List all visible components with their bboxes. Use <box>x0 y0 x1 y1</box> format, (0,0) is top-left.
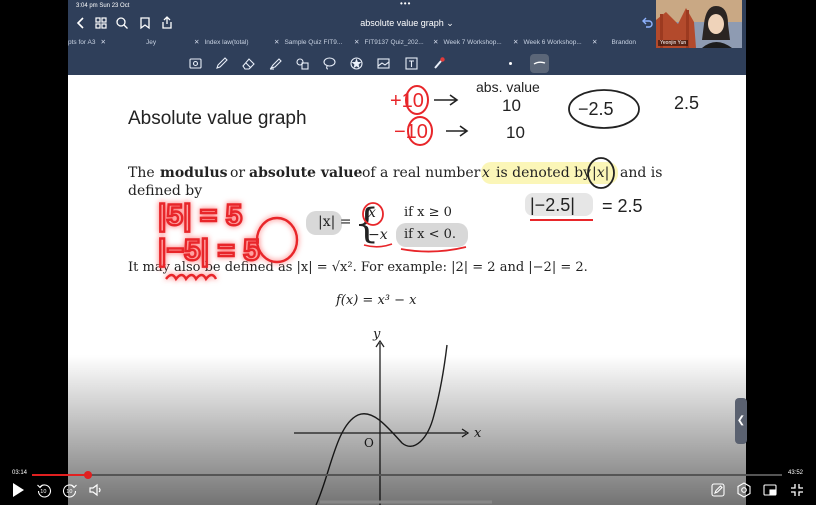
close-icon[interactable]: ✕ <box>513 39 518 46</box>
ink-ten-b: 10 <box>506 123 525 142</box>
close-icon[interactable]: ✕ <box>354 39 359 46</box>
tab-jey[interactable]: Jey <box>146 36 156 50</box>
tab-brandon[interactable]: ✕ Brandon <box>592 36 636 50</box>
ink-squiggle <box>165 273 218 282</box>
tab-label: FIT9137 Quiz_202... <box>364 39 424 46</box>
tab-label: pts for A3 <box>68 39 96 46</box>
ink-abs-value: abs. value <box>476 79 540 95</box>
textbox-icon[interactable] <box>404 56 419 71</box>
tab-sample-quiz[interactable]: ✕ Sample Quiz FIT9... <box>274 36 342 50</box>
webcam-name: Yeonjin Yun <box>658 40 689 46</box>
ink-pos25: 2.5 <box>674 93 699 113</box>
tab-pts-for-a3[interactable]: pts for A3 ✕ <box>68 36 106 50</box>
tab-label: Week 7 Workshop... <box>443 39 502 46</box>
annotate-icon[interactable] <box>710 482 726 498</box>
screen: 3:04 pm Sun 23 Oct ••• absolute value gr… <box>0 0 816 505</box>
image-icon[interactable] <box>376 56 391 71</box>
document-page[interactable]: Absolute value graph The modulus or abso… <box>68 75 746 505</box>
status-bar: 3:04 pm Sun 23 Oct ••• <box>68 0 746 12</box>
close-icon[interactable]: ✕ <box>592 39 597 46</box>
ink-circle-x <box>362 202 384 226</box>
close-icon[interactable]: ✕ <box>274 39 279 46</box>
scrub-handle[interactable] <box>83 471 92 479</box>
skip-forward-label: 10 <box>66 489 72 495</box>
eraser-icon[interactable] <box>241 56 256 71</box>
ink-ten-a: 10 <box>502 96 521 115</box>
current-time: 03:14 <box>12 470 28 476</box>
highlighter-icon[interactable] <box>268 56 283 71</box>
ink-arrow-2 <box>446 125 469 137</box>
sticker-icon[interactable] <box>349 56 364 71</box>
close-icon[interactable]: ✕ <box>100 39 105 46</box>
handwriting-layer: +10 abs. value 10 −10 10 −2.5 2.5 |−2.5|… <box>157 79 699 504</box>
pen-icon[interactable] <box>214 56 229 71</box>
tab-label: Sample Quiz FIT9... <box>284 39 343 46</box>
sidebar-toggle-icon[interactable]: ❮ <box>735 398 747 444</box>
ink-circle-5 <box>255 216 299 264</box>
settings-icon[interactable] <box>736 482 752 498</box>
skip-back-icon[interactable]: 10 <box>36 482 52 498</box>
ink-abs-neg25: |−2.5| <box>530 195 575 215</box>
skip-back-label: 10 <box>40 489 46 495</box>
ink-underline-negx <box>363 243 393 248</box>
exit-fullscreen-icon[interactable] <box>789 482 805 498</box>
title-bar: absolute value graph ⌄ <box>68 12 746 34</box>
picture-in-picture-icon[interactable] <box>762 482 778 498</box>
tab-label: Brandon <box>611 39 637 46</box>
tab-week7-workshop[interactable]: ✕ Week 7 Workshop... <box>433 36 502 50</box>
close-icon[interactable]: ✕ <box>433 39 438 46</box>
document-tabs: pts for A3 ✕ Jey ✕ Index law(total) ✕ Sampl… <box>68 36 746 50</box>
scan-icon[interactable] <box>188 56 203 71</box>
undo-icon[interactable] <box>640 16 654 30</box>
ink-circle-absx <box>587 157 615 189</box>
play-icon[interactable] <box>10 482 26 498</box>
laser-pointer-icon[interactable] <box>431 56 446 71</box>
shapes-icon[interactable] <box>295 56 310 71</box>
ink-arrow-1 <box>434 94 459 106</box>
tab-index-law[interactable]: ✕ Index law(total) <box>194 36 249 50</box>
tab-label: Week 6 Workshop... <box>523 39 582 46</box>
tab-label: Jey <box>146 39 157 46</box>
tab-fit9137-quiz[interactable]: ✕ FIT9137 Quiz_202... <box>354 36 424 50</box>
stroke-icon[interactable] <box>530 54 549 73</box>
ink-absneg5: |−5| = 5 <box>158 234 260 267</box>
tab-week6-workshop[interactable]: ✕ Week 6 Workshop... <box>513 36 582 50</box>
close-icon[interactable]: ✕ <box>194 39 199 46</box>
scrub-bar[interactable] <box>32 471 782 479</box>
tab-label: Index law(total) <box>204 39 249 46</box>
ink-eq25: = 2.5 <box>602 196 643 216</box>
volume-icon[interactable] <box>88 482 104 498</box>
ink-neg25: −2.5 <box>578 99 614 119</box>
lasso-icon[interactable] <box>322 56 337 71</box>
multitasking-dots-icon[interactable]: ••• <box>400 0 411 10</box>
annotation-toolbar <box>68 52 746 75</box>
total-time: 43:52 <box>788 470 804 476</box>
scrub-progress <box>32 474 88 476</box>
skip-forward-icon[interactable]: 10 <box>62 482 78 498</box>
ink-underline-case2 <box>400 246 467 253</box>
dot-icon[interactable] <box>503 56 518 71</box>
status-time-date: 3:04 pm Sun 23 Oct <box>76 3 130 9</box>
ink-abs5: |5| = 5 <box>158 199 242 232</box>
webcam-feed: Yeonjin Yun <box>656 0 742 48</box>
